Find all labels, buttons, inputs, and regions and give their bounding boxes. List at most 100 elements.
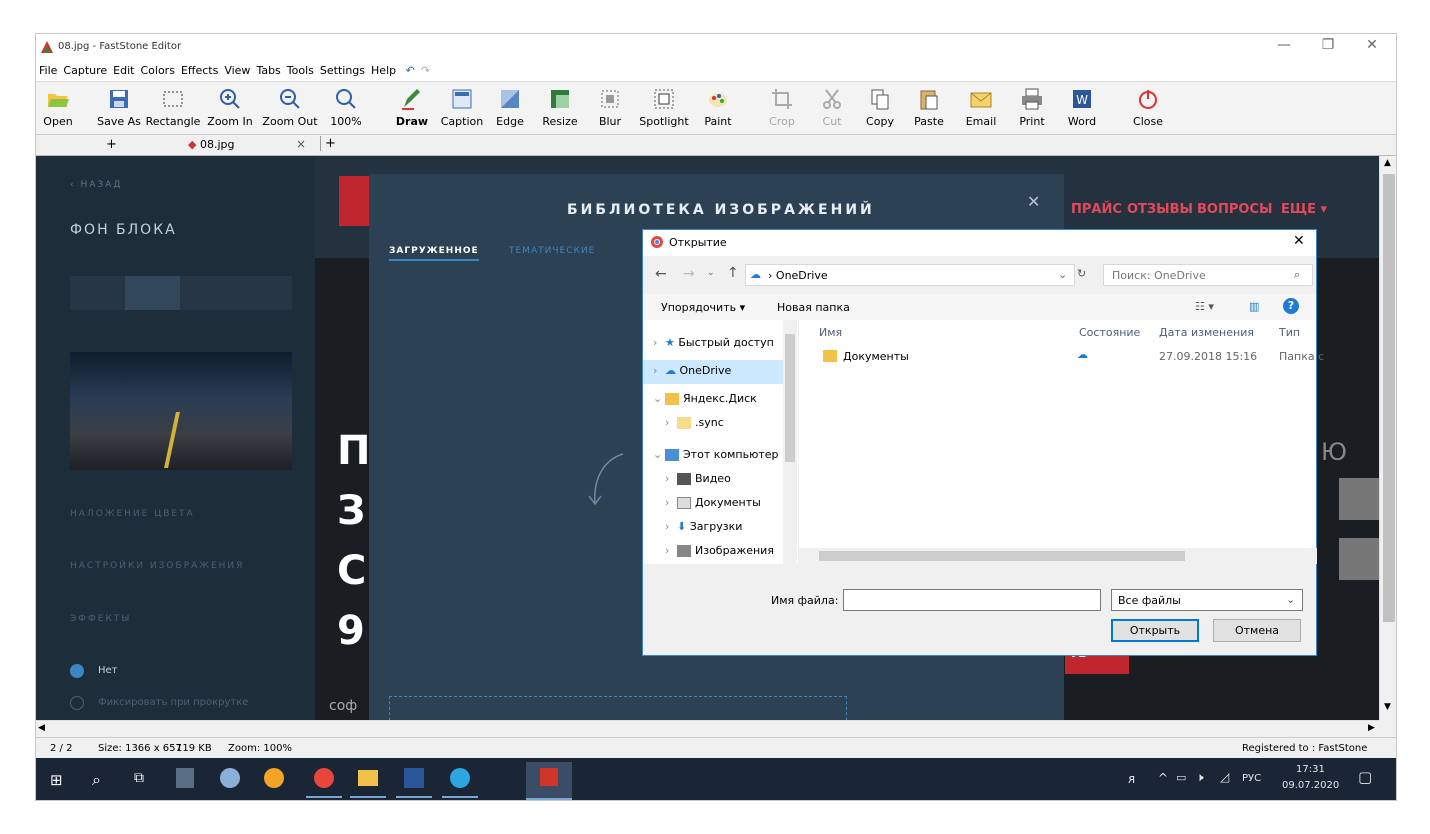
wifi-icon[interactable]: ◿ <box>1220 770 1229 784</box>
spotlight-button[interactable]: Spotlight <box>636 85 692 133</box>
vscroll-thumb[interactable] <box>1383 174 1395 622</box>
notifications-icon[interactable]: ▢ <box>1358 768 1372 786</box>
calculator-icon[interactable] <box>176 768 194 788</box>
col-name[interactable]: Имя <box>819 326 842 339</box>
volume-icon[interactable]: 🕨 <box>1196 770 1204 785</box>
clock-date[interactable]: 09.07.2020 <box>1282 780 1339 791</box>
open-button[interactable]: Открыть <box>1111 619 1199 642</box>
nav-quick-access[interactable]: › ★ Быстрый доступ <box>653 336 774 356</box>
organize-button[interactable]: Упорядочить ▾ <box>661 301 745 314</box>
rectangle-button[interactable]: Rectangle <box>144 85 202 133</box>
add-tab-button[interactable]: + <box>320 136 336 151</box>
menu-edit[interactable]: Edit <box>110 60 137 77</box>
zoom-100-button[interactable]: 100% <box>328 85 364 133</box>
horizontal-scrollbar[interactable]: ◀ ▶ <box>36 720 1379 737</box>
save-as-button[interactable]: Save As <box>94 85 144 133</box>
col-date[interactable]: Дата изменения <box>1159 326 1254 339</box>
new-tab-button[interactable]: + <box>106 137 117 152</box>
blur-button[interactable]: Blur <box>594 85 626 133</box>
preview-pane-icon[interactable]: ▥ <box>1249 300 1259 313</box>
menu-effects[interactable]: Effects <box>178 60 221 77</box>
paint-button[interactable]: Paint <box>702 85 734 133</box>
upload-dropzone[interactable] <box>389 696 847 720</box>
scroll-down-icon[interactable]: ▼ <box>1384 702 1391 712</box>
minimize-button[interactable]: — <box>1262 37 1306 57</box>
image-canvas[interactable]: ‹ НАЗАД ФОН БЛОКА НАЛОЖЕНИЕ ЦВЕТА НАСТРО… <box>36 156 1379 720</box>
up-arrow-icon[interactable]: ↑ <box>727 265 739 281</box>
recent-dropdown-icon[interactable]: ⌄ <box>707 268 715 278</box>
caption-button[interactable]: Caption <box>438 85 486 133</box>
tab-thematic[interactable]: ТЕМАТИЧЕСКИЕ <box>509 246 595 256</box>
nav-yandex-disk[interactable]: ⌄ Яндекс.Диск <box>653 392 757 412</box>
battery-icon[interactable]: ▭ <box>1176 771 1186 784</box>
search-box[interactable]: Поиск: OneDrive ⌕ <box>1103 264 1313 286</box>
tray-overflow-icon[interactable]: ^ <box>1158 771 1168 785</box>
view-options-icon[interactable]: ☷ ▾ <box>1195 300 1214 313</box>
col-status[interactable]: Состояние <box>1079 326 1140 339</box>
chrome-taskbar-icon[interactable] <box>306 764 342 798</box>
draw-button[interactable]: Draw <box>394 85 430 133</box>
print-button[interactable]: Print <box>1016 85 1048 133</box>
vertical-scrollbar[interactable]: ▲ ▼ <box>1379 156 1396 720</box>
refresh-icon[interactable]: ↻ <box>1077 267 1086 280</box>
avast-icon[interactable] <box>264 768 284 788</box>
radio-none[interactable] <box>70 664 84 678</box>
filename-input[interactable] <box>843 589 1101 611</box>
nav-scrollbar[interactable] <box>783 320 797 564</box>
cut-button[interactable]: Cut <box>818 85 846 133</box>
file-type-select[interactable]: Все файлы ⌄ <box>1111 589 1303 611</box>
nav-onedrive[interactable]: › ☁ OneDrive <box>643 360 795 384</box>
address-dropdown-icon[interactable]: ⌄ <box>1058 268 1067 281</box>
resize-button[interactable]: Resize <box>540 85 580 133</box>
close-image-button[interactable]: Close <box>1130 85 1166 133</box>
nav-downloads[interactable]: › ⬇ Загрузки <box>665 520 742 540</box>
cancel-button[interactable]: Отмена <box>1213 619 1301 642</box>
menu-settings[interactable]: Settings <box>317 60 368 77</box>
radio-fix[interactable] <box>70 696 84 710</box>
word-taskbar-icon[interactable] <box>396 764 432 798</box>
paste-button[interactable]: Paste <box>912 85 946 133</box>
nav-scroll-thumb[interactable] <box>785 334 795 462</box>
telegram-icon[interactable] <box>442 764 478 798</box>
copy-button[interactable]: Copy <box>864 85 896 133</box>
help-icon[interactable]: ? <box>1283 298 1299 314</box>
nav-sync[interactable]: › .sync <box>665 416 724 436</box>
tab-08-jpg[interactable]: ◆ 08.jpg <box>188 138 234 151</box>
word-button[interactable]: W Word <box>1064 85 1100 133</box>
tab-close-button[interactable]: × <box>296 137 306 151</box>
col-type[interactable]: Тип <box>1279 326 1300 339</box>
crop-button[interactable]: Crop <box>766 85 798 133</box>
language-indicator[interactable]: РУС <box>1242 773 1261 784</box>
edge-button[interactable]: Edge <box>494 85 526 133</box>
redo-icon[interactable]: ↷ <box>418 60 433 77</box>
list-hscrollbar[interactable] <box>799 548 1317 564</box>
menu-colors[interactable]: Colors <box>137 60 177 77</box>
clock-time[interactable]: 17:31 <box>1296 764 1325 775</box>
zoom-in-button[interactable]: Zoom In <box>204 85 256 133</box>
new-folder-button[interactable]: Новая папка <box>777 301 850 314</box>
open-dialog-close-icon[interactable]: ✕ <box>1293 233 1305 249</box>
open-button[interactable]: Open <box>40 85 76 133</box>
faststone-taskbar-icon[interactable] <box>526 762 572 800</box>
menu-tabs[interactable]: Tabs <box>253 60 283 77</box>
list-hscroll-thumb[interactable] <box>819 551 1185 561</box>
restore-button[interactable]: ❐ <box>1306 37 1350 57</box>
nav-video[interactable]: › Видео <box>665 472 731 492</box>
menu-tools[interactable]: Tools <box>284 60 317 77</box>
table-row[interactable]: Документы ☁ 27.09.2018 15:16 Папка с <box>799 346 1324 366</box>
file-explorer-icon[interactable] <box>350 764 386 798</box>
scroll-up-icon[interactable]: ▲ <box>1384 158 1391 168</box>
undo-icon[interactable]: ↶ <box>403 60 418 77</box>
nav-pictures[interactable]: › Изображения <box>665 544 774 564</box>
forward-arrow-icon[interactable]: → <box>683 266 695 282</box>
scroll-left-icon[interactable]: ◀ <box>38 723 45 733</box>
menu-view[interactable]: View <box>221 60 253 77</box>
tab-uploaded[interactable]: ЗАГРУЖЕННОЕ <box>389 246 479 261</box>
start-windows-icon[interactable]: ⊞ <box>50 771 63 789</box>
menu-help[interactable]: Help <box>368 60 399 77</box>
close-window-button[interactable]: ✕ <box>1350 37 1394 57</box>
task-view-icon[interactable]: ⧉ <box>134 770 144 786</box>
library-close-icon[interactable]: ✕ <box>1027 192 1040 211</box>
paint-app-icon[interactable] <box>220 768 240 788</box>
people-icon[interactable]: ᴙ <box>1128 772 1135 786</box>
